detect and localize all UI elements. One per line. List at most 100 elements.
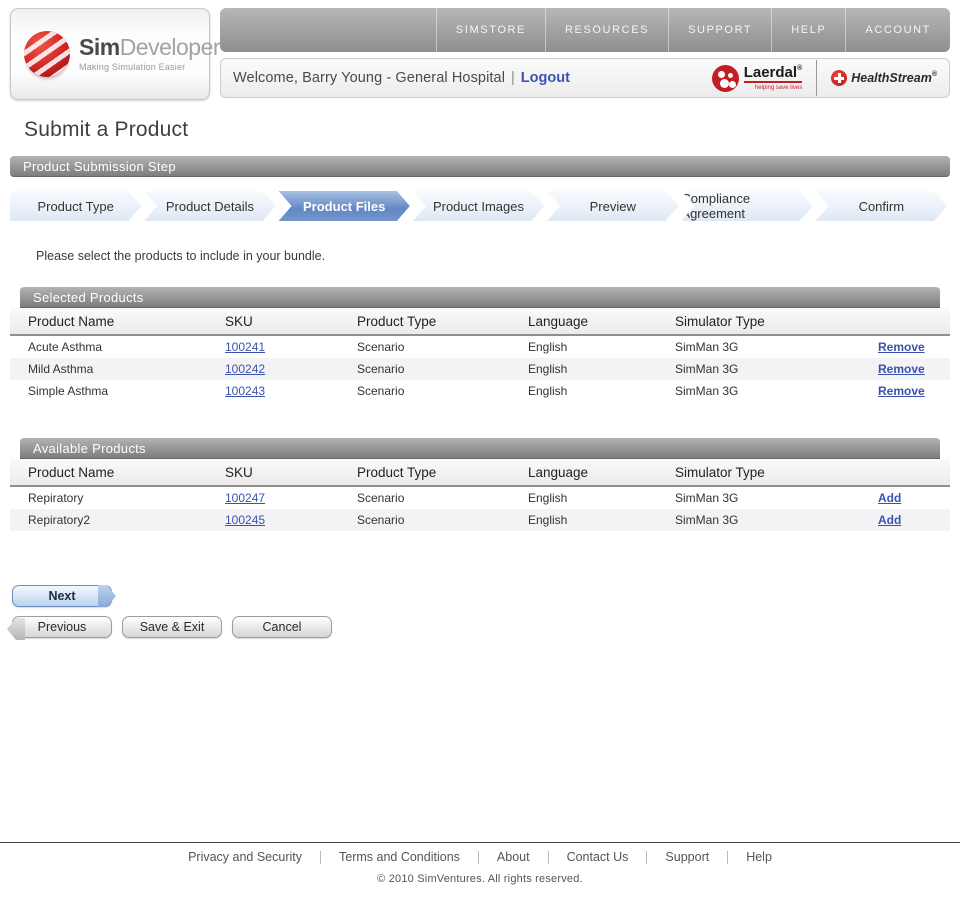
col-product-name: Product Name [28, 464, 115, 480]
sku-link[interactable]: 100245 [225, 513, 265, 527]
sku-link[interactable]: 100242 [225, 362, 265, 376]
save-exit-button[interactable]: Save & Exit [122, 616, 222, 638]
product-name-cell: Repiratory [28, 491, 84, 505]
nav-item-support[interactable]: SUPPORT [668, 8, 771, 52]
tab-label: Product Details [165, 198, 254, 214]
page-header: SimDeveloper Making Simulation Easier SI… [10, 8, 950, 100]
language-cell: English [528, 491, 568, 505]
logout-link[interactable]: Logout [521, 70, 570, 86]
footer-link-support[interactable]: Support [665, 850, 709, 864]
tab-product-type[interactable]: Product Type [10, 191, 141, 221]
product-name-cell: Simple Asthma [28, 384, 109, 398]
selected-products-title: Selected Products [33, 289, 144, 305]
simulator-type-cell: SimMan 3G [675, 384, 739, 398]
logo-tagline: Making Simulation Easier [79, 62, 186, 72]
footer-link-separator [646, 850, 648, 864]
logo-text: SimDeveloper Making Simulation Easier [79, 36, 221, 72]
footer-link-terms[interactable]: Terms and Conditions [339, 850, 460, 864]
simulator-type-cell: SimMan 3G [675, 362, 739, 376]
tab-label: Product Type [37, 198, 114, 214]
available-products-title: Available Products [33, 440, 146, 456]
tab-compliance-agreement[interactable]: Compliance Agreement [681, 191, 812, 221]
product-type-cell: Scenario [357, 384, 405, 398]
tab-label: Product Files [303, 198, 386, 214]
selected-products-bar: Selected Products [20, 287, 940, 308]
tab-product-details[interactable]: Product Details [144, 191, 275, 221]
cancel-button-label: Cancel [262, 620, 302, 634]
col-sku: SKU [225, 464, 253, 480]
product-type-cell: Scenario [357, 491, 405, 505]
col-language: Language [528, 313, 589, 329]
laerdal-name: Laerdal [743, 64, 798, 81]
footer-link-about[interactable]: About [497, 850, 530, 864]
tab-label: Confirm [858, 198, 905, 214]
save-exit-button-label: Save & Exit [139, 620, 205, 634]
laerdal-registered-mark: ® [797, 65, 803, 72]
globe-logo-icon [24, 31, 70, 77]
tab-label: Product Images [432, 198, 524, 214]
remove-link[interactable]: Remove [878, 340, 925, 354]
footer-links: Privacy and Security Terms and Condition… [0, 850, 960, 864]
available-products-header: Product Name SKU Product Type Language S… [10, 459, 950, 487]
nav-item-account[interactable]: ACCOUNT [845, 8, 950, 52]
sku-link[interactable]: 100247 [225, 491, 265, 505]
nav-item-simstore[interactable]: SIMSTORE [435, 8, 545, 52]
table-row: Mild Asthma 100242 Scenario English SimM… [10, 358, 950, 380]
previous-button-label: Previous [37, 620, 87, 634]
tab-product-images[interactable]: Product Images [413, 191, 544, 221]
partner-divider [816, 60, 818, 96]
page-title: Submit a Product [24, 118, 189, 141]
col-language: Language [528, 464, 589, 480]
nav-item-resources[interactable]: RESOURCES [544, 8, 668, 52]
available-products-bar: Available Products [20, 438, 940, 459]
available-products-section: Available Products Product Name SKU Prod… [10, 438, 950, 537]
laerdal-text: Laerdal® helping save lives [743, 64, 803, 91]
nav-item-help[interactable]: HELP [771, 8, 845, 52]
footer-divider [0, 842, 960, 843]
next-button[interactable]: Next [12, 585, 116, 607]
product-type-cell: Scenario [357, 362, 405, 376]
previous-arrow-icon [7, 618, 25, 640]
tab-product-files[interactable]: Product Files [279, 191, 410, 221]
selected-products-header: Product Name SKU Product Type Language S… [10, 308, 950, 336]
language-cell: English [528, 340, 568, 354]
partner-logos: Laerdal® helping save lives HealthStream… [711, 60, 937, 96]
table-row: Repiratory 100247 Scenario English SimMa… [10, 487, 950, 509]
submission-step-bar: Product Submission Step [10, 156, 950, 177]
product-name-cell: Acute Asthma [28, 340, 103, 354]
welcome-text: Welcome, Barry Young - General Hospital [233, 70, 506, 86]
top-nav: SIMSTORE RESOURCES SUPPORT HELP ACCOUNT [220, 8, 950, 52]
language-cell: English [528, 362, 568, 376]
footer-link-separator [320, 850, 321, 864]
next-button-label: Next [48, 589, 76, 603]
tab-preview[interactable]: Preview [547, 191, 678, 221]
healthstream-registered-mark: ® [931, 71, 937, 78]
sku-link[interactable]: 100243 [225, 384, 265, 398]
healthstream-name: HealthStream [851, 71, 932, 85]
wizard-steps: Product Type Product Details Product Fil… [10, 191, 950, 221]
previous-button[interactable]: Previous [7, 616, 112, 640]
tab-label: Preview [589, 198, 636, 214]
copyright-text: © 2010 SimVentures. All rights reserved. [377, 873, 583, 885]
col-product-type: Product Type [357, 464, 437, 480]
add-link[interactable]: Add [878, 513, 901, 527]
footer-link-contact[interactable]: Contact Us [567, 850, 629, 864]
col-product-name: Product Name [28, 313, 115, 329]
tab-confirm[interactable]: Confirm [816, 191, 947, 221]
footer-link-help[interactable]: Help [746, 850, 772, 864]
table-row: Repiratory2 100245 Scenario English SimM… [10, 509, 950, 531]
remove-link[interactable]: Remove [878, 362, 925, 376]
healthstream-logo: HealthStream® [831, 70, 937, 86]
selected-products-section: Selected Products Product Name SKU Produ… [10, 287, 950, 408]
footer-link-privacy[interactable]: Privacy and Security [188, 850, 302, 864]
selected-products-body: Acute Asthma 100241 Scenario English Sim… [10, 336, 950, 408]
col-simulator-type: Simulator Type [675, 313, 765, 329]
remove-link[interactable]: Remove [878, 384, 925, 398]
cancel-button[interactable]: Cancel [232, 616, 332, 638]
tab-label: Compliance Agreement [681, 191, 751, 221]
product-name-cell: Mild Asthma [28, 362, 94, 376]
add-link[interactable]: Add [878, 491, 901, 505]
sku-link[interactable]: 100241 [225, 340, 265, 354]
simulator-type-cell: SimMan 3G [675, 491, 739, 505]
footer-link-separator [727, 850, 729, 864]
